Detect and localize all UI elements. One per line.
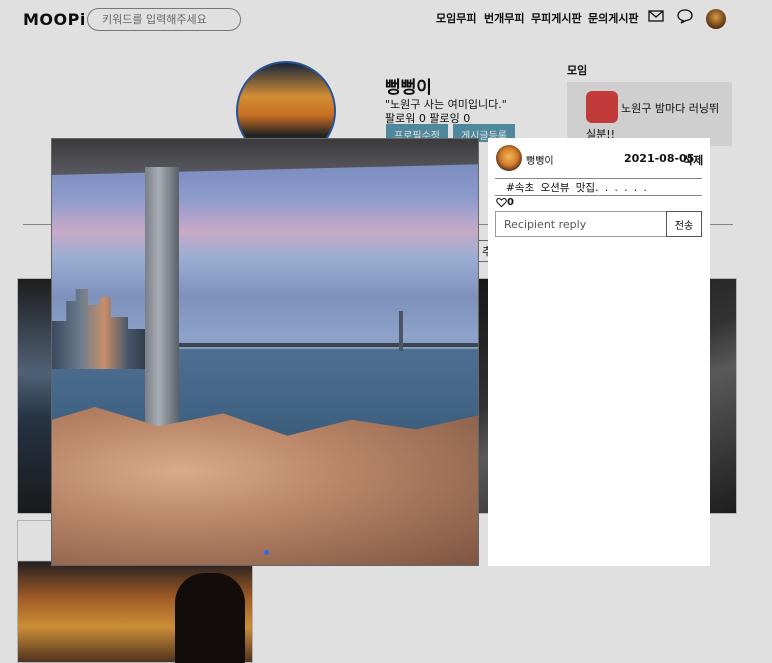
send-button[interactable]: 전송 [666, 211, 702, 237]
photo-blanket [52, 407, 478, 565]
carousel-dot[interactable] [264, 550, 269, 555]
post-detail-panel [488, 138, 710, 566]
heart-icon[interactable] [496, 197, 507, 208]
reply-input[interactable] [495, 211, 667, 237]
divider [495, 178, 702, 179]
like-count: 0 [507, 197, 514, 208]
divider [495, 195, 702, 196]
author-avatar[interactable] [496, 145, 522, 171]
post-tags: #속초 오션뷰 맛집. . . . . . [506, 182, 647, 194]
photo-bridge-tower [399, 311, 403, 351]
author-name[interactable]: 뻥뻥이 [526, 152, 554, 167]
delete-button[interactable]: 삭제 [683, 152, 703, 168]
photo-window-pillar [145, 167, 179, 457]
photo-bridge [162, 343, 478, 347]
post-photo [51, 138, 479, 566]
